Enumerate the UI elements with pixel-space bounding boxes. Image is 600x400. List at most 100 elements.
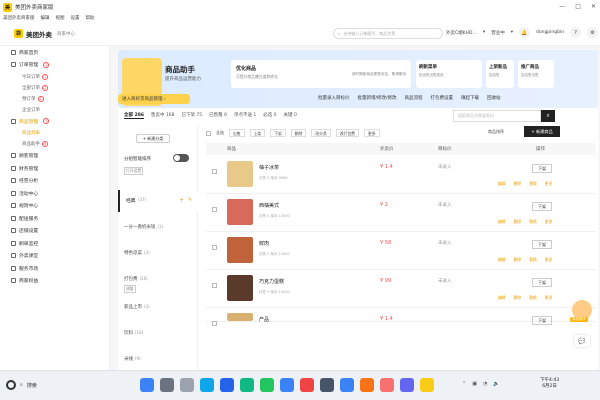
product-name[interactable]: 柚子冰茶 xyxy=(259,164,279,171)
status-selector[interactable]: 营业中 xyxy=(491,30,505,36)
action-link[interactable]: 填起下载 xyxy=(461,95,479,101)
sidebar-item[interactable]: 活动中心 xyxy=(0,187,109,200)
tab-item[interactable]: 必选 0 xyxy=(263,112,276,119)
sidebar-item[interactable]: 预订单 2 xyxy=(0,93,109,104)
taskbar-clock[interactable]: 下午4:43 6月2日 xyxy=(540,378,559,390)
category-item[interactable]: 特色凉菜 (3) xyxy=(124,250,150,256)
category-item-selected[interactable]: 经典 (37) + ✎ xyxy=(118,190,198,212)
sidebar-item[interactable]: 配送服务 xyxy=(0,212,109,225)
row-action-link[interactable]: 替换 xyxy=(529,181,537,187)
sidebar-item[interactable]: 商家权益 xyxy=(0,275,109,288)
sidebar-item[interactable]: 规则中心 xyxy=(0,200,109,213)
change-packaging-button[interactable]: 改打包费 xyxy=(335,129,359,137)
sidebar-item[interactable]: 企业订单 xyxy=(0,104,109,115)
add-icon[interactable]: + xyxy=(179,197,184,204)
maximize-icon[interactable]: □ xyxy=(575,3,581,10)
shelf-up-button[interactable]: 上架 xyxy=(249,129,266,137)
banner-card-promote[interactable]: 推广商品 如出售出售 xyxy=(518,60,554,88)
windows-start-icon[interactable] xyxy=(140,378,154,392)
row-action-link[interactable]: 编辑 xyxy=(498,295,506,301)
action-link[interactable]: 打包费设置 xyxy=(431,95,454,101)
banner-card-refresh[interactable]: 刷新菜单 如出售出售菜品 xyxy=(416,60,482,88)
row-action-link[interactable]: 删除 xyxy=(514,257,522,263)
shelf-down-row-button[interactable]: 下架 xyxy=(532,164,552,173)
product-name[interactable]: 鲜肉 xyxy=(259,240,269,247)
tab-item[interactable]: 售卖中 168 xyxy=(151,112,175,119)
notification-icon[interactable]: 🔔 xyxy=(518,27,530,38)
network-icon[interactable]: ◔ xyxy=(483,381,487,387)
row-action-link[interactable]: 编辑 xyxy=(498,181,506,187)
sidebar-item[interactable]: 商品列表 xyxy=(0,128,109,139)
category-item[interactable]: 一分一香奶米饭 (1) xyxy=(124,224,163,230)
action-link[interactable]: 批量录入目标价 xyxy=(318,95,350,101)
chrome-icon[interactable] xyxy=(380,378,394,392)
product-thumbnail[interactable] xyxy=(227,161,253,187)
row-action-link[interactable]: 删除 xyxy=(514,219,522,225)
app-icon[interactable] xyxy=(240,378,254,392)
product-name[interactable]: 西柚美式 xyxy=(259,202,279,209)
sidebar-item[interactable]: 服务市场 xyxy=(0,262,109,275)
meituan-icon[interactable] xyxy=(420,378,434,392)
sidebar-item[interactable]: 顾客管理 xyxy=(0,150,109,163)
row-action-link[interactable]: 更多 xyxy=(545,257,553,263)
cortana-icon[interactable] xyxy=(6,380,16,390)
settings-icon[interactable] xyxy=(320,378,334,392)
shelf-down-row-button[interactable]: 下架 xyxy=(532,278,552,287)
sidebar-item[interactable]: 商品管理 4 xyxy=(0,115,109,128)
menu-app[interactable]: 美团外卖商家版 xyxy=(3,15,35,21)
sidebar-item[interactable]: 财务管理 xyxy=(0,162,109,175)
help-icon[interactable]: ? xyxy=(570,27,582,38)
tab-item[interactable]: 全部 286 xyxy=(124,112,144,119)
action-link[interactable]: 商品流程 xyxy=(405,95,423,101)
product-sort-button[interactable]: 商品排序 xyxy=(488,129,504,135)
row-action-link[interactable]: 替换 xyxy=(529,257,537,263)
row-checkbox[interactable] xyxy=(212,283,217,288)
product-price[interactable]: ¥ 1.4 xyxy=(380,316,393,322)
more-button[interactable]: 更多 xyxy=(363,129,380,137)
product-search-input[interactable]: 搜索商品名称或条码 xyxy=(453,110,541,122)
row-action-link[interactable]: 编辑 xyxy=(498,219,506,225)
sidebar-item[interactable]: 商家首页 xyxy=(0,46,109,59)
chat-icon[interactable]: 💬 xyxy=(574,335,590,347)
add-category-button[interactable]: + 新建分类 xyxy=(136,134,170,143)
tab-item[interactable]: 已售罄 6 xyxy=(209,112,227,119)
category-item[interactable]: 新品上市 (3) xyxy=(124,304,150,310)
wechat-icon[interactable] xyxy=(260,378,274,392)
product-thumbnail[interactable] xyxy=(227,313,253,321)
store-selector[interactable]: 外卖C端KHD… xyxy=(446,30,477,36)
sidebar-item[interactable]: 经营分析 xyxy=(0,175,109,188)
row-action-link[interactable]: 更多 xyxy=(545,181,553,187)
row-action-link[interactable]: 删除 xyxy=(514,295,522,301)
change-category-button[interactable]: 改分类 xyxy=(311,129,331,137)
global-search-input[interactable]: ⌕ 支持输入订单尾号、商品名等 xyxy=(333,28,443,39)
shelf-down-row-button[interactable]: 下架 xyxy=(532,202,552,211)
sidebar-item[interactable]: 全部订单 2 xyxy=(0,82,109,93)
category-item[interactable]: 饮料 (16) xyxy=(124,330,143,336)
row-checkbox[interactable] xyxy=(212,169,217,174)
browser-icon[interactable] xyxy=(280,378,294,392)
product-name[interactable]: 产品 xyxy=(259,316,269,323)
menu-settings[interactable]: 设置 xyxy=(71,15,80,21)
app-icon[interactable] xyxy=(400,378,414,392)
action-link[interactable]: 批量新增/修改/修改 xyxy=(358,95,397,101)
product-price[interactable]: ¥ 58 xyxy=(380,240,391,246)
category-item[interactable]: 打包费 (26) xyxy=(124,276,148,282)
row-action-link[interactable]: 更多 xyxy=(545,219,553,225)
row-action-link[interactable]: 删除 xyxy=(514,181,522,187)
banner-card-new[interactable]: 上架新品 如出售 xyxy=(486,60,514,88)
sidebar-item[interactable]: 刷单监控 xyxy=(0,237,109,250)
row-action-link[interactable]: 替换 xyxy=(529,219,537,225)
row-action-link[interactable]: 编辑 xyxy=(498,257,506,263)
product-thumbnail[interactable] xyxy=(227,275,253,301)
product-thumbnail[interactable] xyxy=(227,237,253,263)
menu-view[interactable]: 视图 xyxy=(56,15,65,21)
shelf-down-row-button[interactable]: 下架 xyxy=(532,240,552,249)
task-view-icon[interactable] xyxy=(160,378,174,392)
tab-item[interactable]: 单点不送 1 xyxy=(234,112,256,119)
sidebar-item[interactable]: 今日订单 1 xyxy=(0,71,109,82)
smart-sort-toggle[interactable] xyxy=(173,154,189,162)
taskbar-search[interactable]: ⌕ 搜索 xyxy=(6,380,37,390)
product-price[interactable]: ¥ 2 xyxy=(380,202,388,208)
tray-icon[interactable]: ▣ xyxy=(472,381,477,387)
volume-icon[interactable]: 🔈 xyxy=(493,381,499,387)
